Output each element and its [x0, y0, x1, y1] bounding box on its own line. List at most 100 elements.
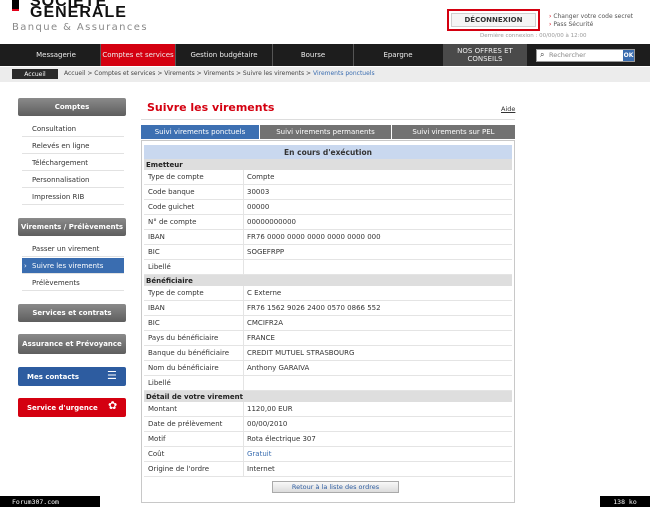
- title-divider: [141, 119, 515, 120]
- tab-virements-pel[interactable]: Suivi virements sur PEL: [392, 125, 515, 139]
- nav-comptes-services[interactable]: Comptes et services: [101, 44, 175, 66]
- section-beneficiaire: Bénéficiaire: [144, 275, 512, 286]
- sidebar-item-prelevements[interactable]: Prélèvements: [22, 275, 124, 291]
- sidebar-head-virements[interactable]: Virements / Prélèvements: [18, 218, 126, 236]
- table-row: Date de prélèvement 00/00/2010: [144, 417, 512, 432]
- search-button[interactable]: OK: [623, 50, 634, 61]
- table-row: IBAN FR76 1562 9026 2400 0570 0866 552: [144, 301, 512, 316]
- breadcrumb-path: Accueil > Comptes et services > Virement…: [64, 70, 375, 77]
- row-label: Type de compte: [144, 286, 244, 300]
- row-label: Date de prélèvement: [144, 417, 244, 431]
- row-value: FRANCE: [247, 334, 275, 342]
- list-icon: ☰: [107, 369, 117, 382]
- row-value: FR76 1562 9026 2400 0570 0866 552: [247, 304, 381, 312]
- table-row: Pays du bénéficiaire FRANCE: [144, 331, 512, 346]
- sidebar-head-services[interactable]: Services et contrats: [18, 304, 126, 322]
- table-row: Motif Rota électrique 307: [144, 432, 512, 447]
- row-value: FR76 0000 0000 0000 0000 0000 000: [247, 233, 381, 241]
- section-emetteur: Emetteur: [144, 159, 512, 170]
- nav-messagerie[interactable]: Messagerie: [14, 44, 98, 66]
- brand-name-line2: GENERALE: [30, 4, 127, 21]
- pass-securite-link[interactable]: Pass Sécurité: [549, 21, 593, 28]
- watermark-size: 138 ko: [600, 496, 650, 507]
- nav-epargne[interactable]: Epargne: [354, 44, 442, 66]
- row-value: Rota électrique 307: [247, 435, 316, 443]
- brand-subtitle: Banque & Assurances: [12, 22, 148, 33]
- table-row: Type de compte Compte: [144, 170, 512, 185]
- row-value: Internet: [247, 465, 275, 473]
- table-row: Libellé: [144, 376, 512, 391]
- brand-logo-icon: [12, 0, 19, 11]
- table-row: Code banque 30003: [144, 185, 512, 200]
- logout-button[interactable]: DÉCONNEXION: [451, 13, 536, 27]
- row-label: Code guichet: [144, 200, 244, 214]
- tab-virements-permanents[interactable]: Suivi virements permanents: [260, 125, 391, 139]
- sidebar-item-consultation[interactable]: Consultation: [22, 121, 124, 137]
- table-row: Code guichet 00000: [144, 200, 512, 215]
- row-label: Pays du bénéficiaire: [144, 331, 244, 345]
- row-value: 1120,00 EUR: [247, 405, 293, 413]
- sidebar-item-personnalisation[interactable]: Personnalisation: [22, 172, 124, 188]
- nav-bourse[interactable]: Bourse: [273, 44, 353, 66]
- gear-icon: ✿: [108, 399, 118, 412]
- logout-frame: DÉCONNEXION: [447, 9, 540, 31]
- row-label: N° de compte: [144, 215, 244, 229]
- page-title: Suivre les virements: [147, 101, 275, 114]
- breadcrumb-path-prefix[interactable]: Accueil > Comptes et services > Virement…: [64, 70, 313, 77]
- row-value: 30003: [247, 188, 270, 196]
- row-value: Compte: [247, 173, 275, 181]
- row-value: C Externe: [247, 289, 282, 297]
- row-label: BIC: [144, 316, 244, 330]
- sidebar-item-releves[interactable]: Relevés en ligne: [22, 138, 124, 154]
- table-row: Libellé: [144, 260, 512, 275]
- row-value: CREDIT MUTUEL STRASBOURG: [247, 349, 355, 357]
- row-label: Nom du bénéficiaire: [144, 361, 244, 375]
- search-icon: ⌕: [540, 50, 545, 59]
- row-value: SOGEFRPP: [247, 248, 285, 256]
- row-value: Anthony GARAIVA: [247, 364, 310, 372]
- table-row: Coût Gratuit: [144, 447, 512, 462]
- sidebar-item-rib[interactable]: Impression RIB: [22, 189, 124, 205]
- sidebar-item-suivre-virements[interactable]: Suivre les virements: [22, 258, 124, 274]
- tab-virements-ponctuels[interactable]: Suivi virements ponctuels: [141, 125, 259, 139]
- table-row: IBAN FR76 0000 0000 0000 0000 0000 000: [144, 230, 512, 245]
- table-row: BIC CMCIFR2A: [144, 316, 512, 331]
- row-value: 00/00/2010: [247, 420, 288, 428]
- table-row: Origine de l'ordre Internet: [144, 462, 512, 477]
- row-label: IBAN: [144, 301, 244, 315]
- row-label: IBAN: [144, 230, 244, 244]
- row-label: Code banque: [144, 185, 244, 199]
- row-label: Coût: [144, 447, 244, 461]
- row-value: CMCIFR2A: [247, 319, 284, 327]
- last-login-text: Dernière connexion : 00/00/00 à 12:00: [480, 33, 587, 39]
- row-label: Banque du bénéficiaire: [144, 346, 244, 360]
- search-placeholder: Rechercher: [549, 51, 586, 59]
- table-row: Banque du bénéficiaire CREDIT MUTUEL STRA…: [144, 346, 512, 361]
- row-label: Origine de l'ordre: [144, 462, 244, 476]
- cost-link[interactable]: Gratuit: [244, 450, 271, 458]
- change-code-link[interactable]: Changer votre code secret: [549, 13, 633, 20]
- row-value: 00000: [247, 203, 270, 211]
- table-row: N° de compte 00000000000: [144, 215, 512, 230]
- status-badge: En cours d'exécution: [144, 145, 512, 159]
- row-label: Type de compte: [144, 170, 244, 184]
- table-row: BIC SOGEFRPP: [144, 245, 512, 260]
- sidebar-head-comptes[interactable]: Comptes: [18, 98, 126, 116]
- nav-offres-conseils[interactable]: NOS OFFRES ET CONSEILS: [443, 44, 527, 66]
- sidebar-item-passer-virement[interactable]: Passer un virement: [22, 241, 124, 257]
- breadcrumb-home[interactable]: Accueil: [12, 69, 58, 79]
- back-to-list-button[interactable]: Retour à la liste des ordres: [272, 481, 399, 493]
- section-detail: Détail de votre virement: [144, 391, 512, 402]
- nav-gestion-budgetaire[interactable]: Gestion budgétaire: [176, 44, 272, 66]
- row-label: Libellé: [144, 260, 244, 274]
- table-row: Nom du bénéficiaire Anthony GARAIVA: [144, 361, 512, 376]
- row-label: BIC: [144, 245, 244, 259]
- row-label: Montant: [144, 402, 244, 416]
- row-label: Motif: [144, 432, 244, 446]
- sidebar-head-assurance[interactable]: Assurance et Prévoyance: [18, 334, 126, 354]
- row-label: Libellé: [144, 376, 244, 390]
- breadcrumb-current: Virements ponctuels: [312, 70, 375, 77]
- watermark-forum: Forum307.com: [0, 496, 100, 507]
- help-link[interactable]: Aide: [501, 105, 515, 113]
- sidebar-item-telechargement[interactable]: Téléchargement: [22, 155, 124, 171]
